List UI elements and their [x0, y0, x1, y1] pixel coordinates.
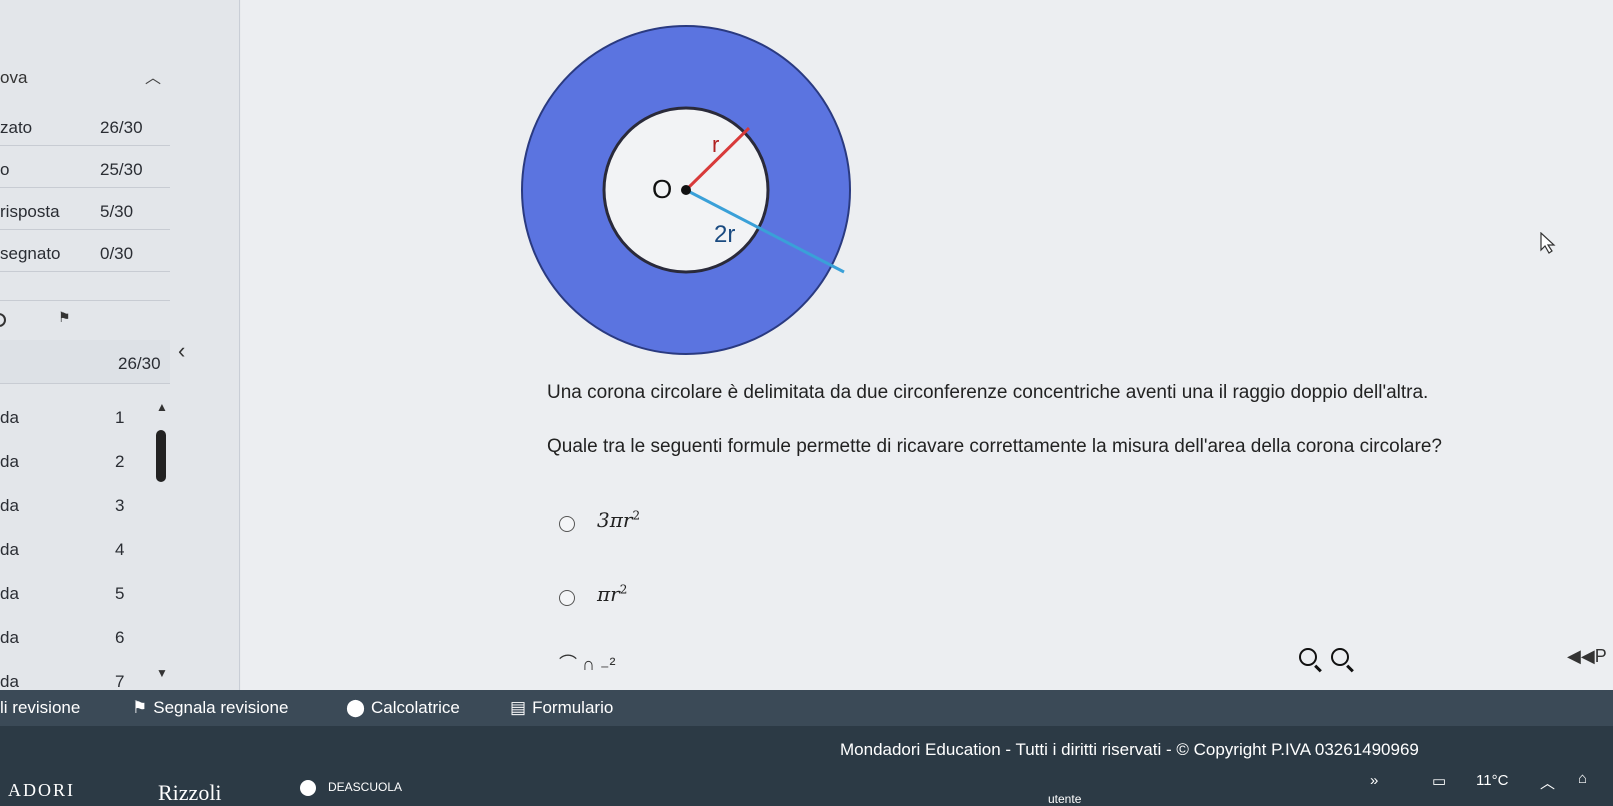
question-list-item[interactable]: da 4 [0, 530, 165, 570]
keyboard-icon[interactable]: ▭ [1432, 772, 1446, 790]
radio-button[interactable] [559, 516, 575, 532]
outer-radius-label: 2r [714, 221, 735, 248]
stat-label: o [0, 160, 10, 179]
chevron-up-icon[interactable]: ︿ [145, 64, 161, 88]
inner-radius-label: r [712, 132, 719, 157]
scroll-down-icon[interactable]: ▼ [156, 666, 168, 680]
radio-button[interactable] [559, 590, 575, 606]
flag-icon: ⚑ [132, 698, 148, 717]
center-label: O [652, 174, 672, 204]
question-list-item[interactable]: da 6 [0, 618, 165, 658]
zoom-out-icon[interactable] [1299, 648, 1317, 666]
bottom-toolbar: li revisione ⚑ Segnala revisione ⬤ Calcola… [0, 690, 1613, 726]
formula-sheet-button[interactable]: ▤ Formulario [510, 698, 613, 718]
question-number: 1 [115, 408, 125, 427]
stat-row-viewed: o 25/30 [0, 148, 170, 188]
question-domain: da [0, 628, 19, 647]
user-label: utente [1048, 792, 1082, 806]
option-formula: 3πr2 [597, 508, 641, 532]
stat-row-flagged: segnato 0/30 [0, 232, 170, 272]
stat-label: risposta [0, 202, 60, 221]
question-text-line-1: Una corona circolare è delimitata da due… [547, 382, 1429, 403]
question-number: 5 [115, 584, 125, 603]
flag-filter-icon[interactable]: ⚑ [58, 309, 71, 326]
question-domain: da [0, 496, 19, 515]
stat-value: 25/30 [100, 160, 143, 179]
question-domain: da [0, 584, 19, 603]
document-icon: ▤ [510, 698, 527, 717]
stat-row-no-answer: risposta 5/30 [0, 190, 170, 230]
temperature: 11°C [1476, 772, 1509, 789]
summary-panel-title: ova [0, 68, 28, 87]
calculator-button[interactable]: ⬤ Calcolatrice [346, 698, 460, 718]
brand-mondadori: ADORI [8, 780, 75, 800]
question-number: 4 [115, 540, 125, 559]
flag-review-button[interactable]: ⚑ Segnala revisione [132, 698, 288, 718]
question-list-item[interactable]: da 5 [0, 574, 165, 614]
filter-unanswered-icon[interactable] [0, 313, 6, 327]
previous-label: P [1594, 646, 1607, 666]
center-point [681, 185, 691, 195]
question-list-item[interactable]: da 2 [0, 442, 165, 482]
stat-value: 0/30 [100, 244, 134, 263]
question-number: 6 [115, 628, 125, 647]
option-formula: πr2 [597, 582, 628, 606]
filter-row: ⚑ [0, 300, 170, 336]
question-list-item[interactable]: da 1 [0, 398, 165, 438]
brand-deascuola: DEASCUOLA [300, 780, 402, 796]
question-number: 2 [115, 452, 125, 471]
question-number: 7 [115, 672, 125, 691]
question-number: 3 [115, 496, 125, 515]
stat-label: segnato [0, 244, 61, 263]
stat-value: 26/30 [100, 118, 143, 137]
question-domain: da [0, 672, 19, 691]
question-domain: da [0, 540, 19, 559]
stat-label: zato [0, 118, 33, 137]
concentric-circles-figure: O r 2r [521, 25, 851, 355]
overflow-icon[interactable]: » [1370, 772, 1378, 789]
sidebar: ova ︿ zato 26/30 o 25/30 risposta 5/30 s… [0, 0, 240, 720]
mouse-cursor-icon [1540, 231, 1558, 259]
question-area: O r 2r Una corona circolare è delimitata… [241, 0, 1613, 690]
footer [0, 726, 1613, 806]
question-domain: da [0, 408, 19, 427]
collapse-sidebar-icon[interactable]: ‹ [178, 338, 185, 364]
stat-value: 5/30 [100, 202, 134, 221]
scroll-up-icon[interactable]: ▲ [156, 400, 168, 414]
question-domain: da [0, 452, 19, 471]
answer-option-3-partial[interactable]: ⌒ ∩ ₋² [559, 650, 615, 676]
question-list-item[interactable]: da 3 [0, 486, 165, 526]
network-icon[interactable]: ⌂ [1578, 770, 1587, 787]
previous-question-button[interactable]: ◀◀P [1567, 646, 1607, 667]
question-text-line-2: Quale tra le seguenti formule permette d… [547, 436, 1442, 457]
calculator-icon: ⬤ [346, 698, 366, 717]
sidebar-scrollbar[interactable] [156, 430, 166, 482]
copyright-text: Mondadori Education - Tutti i diritti ri… [840, 740, 1419, 759]
review-button[interactable]: li revisione [0, 698, 80, 718]
summary-panel-header[interactable]: ova ︿ [0, 58, 170, 96]
chevron-up-tray-icon[interactable]: ︿ [1540, 772, 1555, 793]
brand-rizzoli: Rizzoli [158, 780, 222, 805]
stat-row-answered: zato 26/30 [0, 106, 170, 146]
deascuola-logo-icon [300, 780, 316, 796]
question-count: 26/30 [118, 354, 161, 373]
zoom-in-icon[interactable] [1331, 648, 1349, 666]
question-count-row: 26/30 [0, 340, 170, 384]
